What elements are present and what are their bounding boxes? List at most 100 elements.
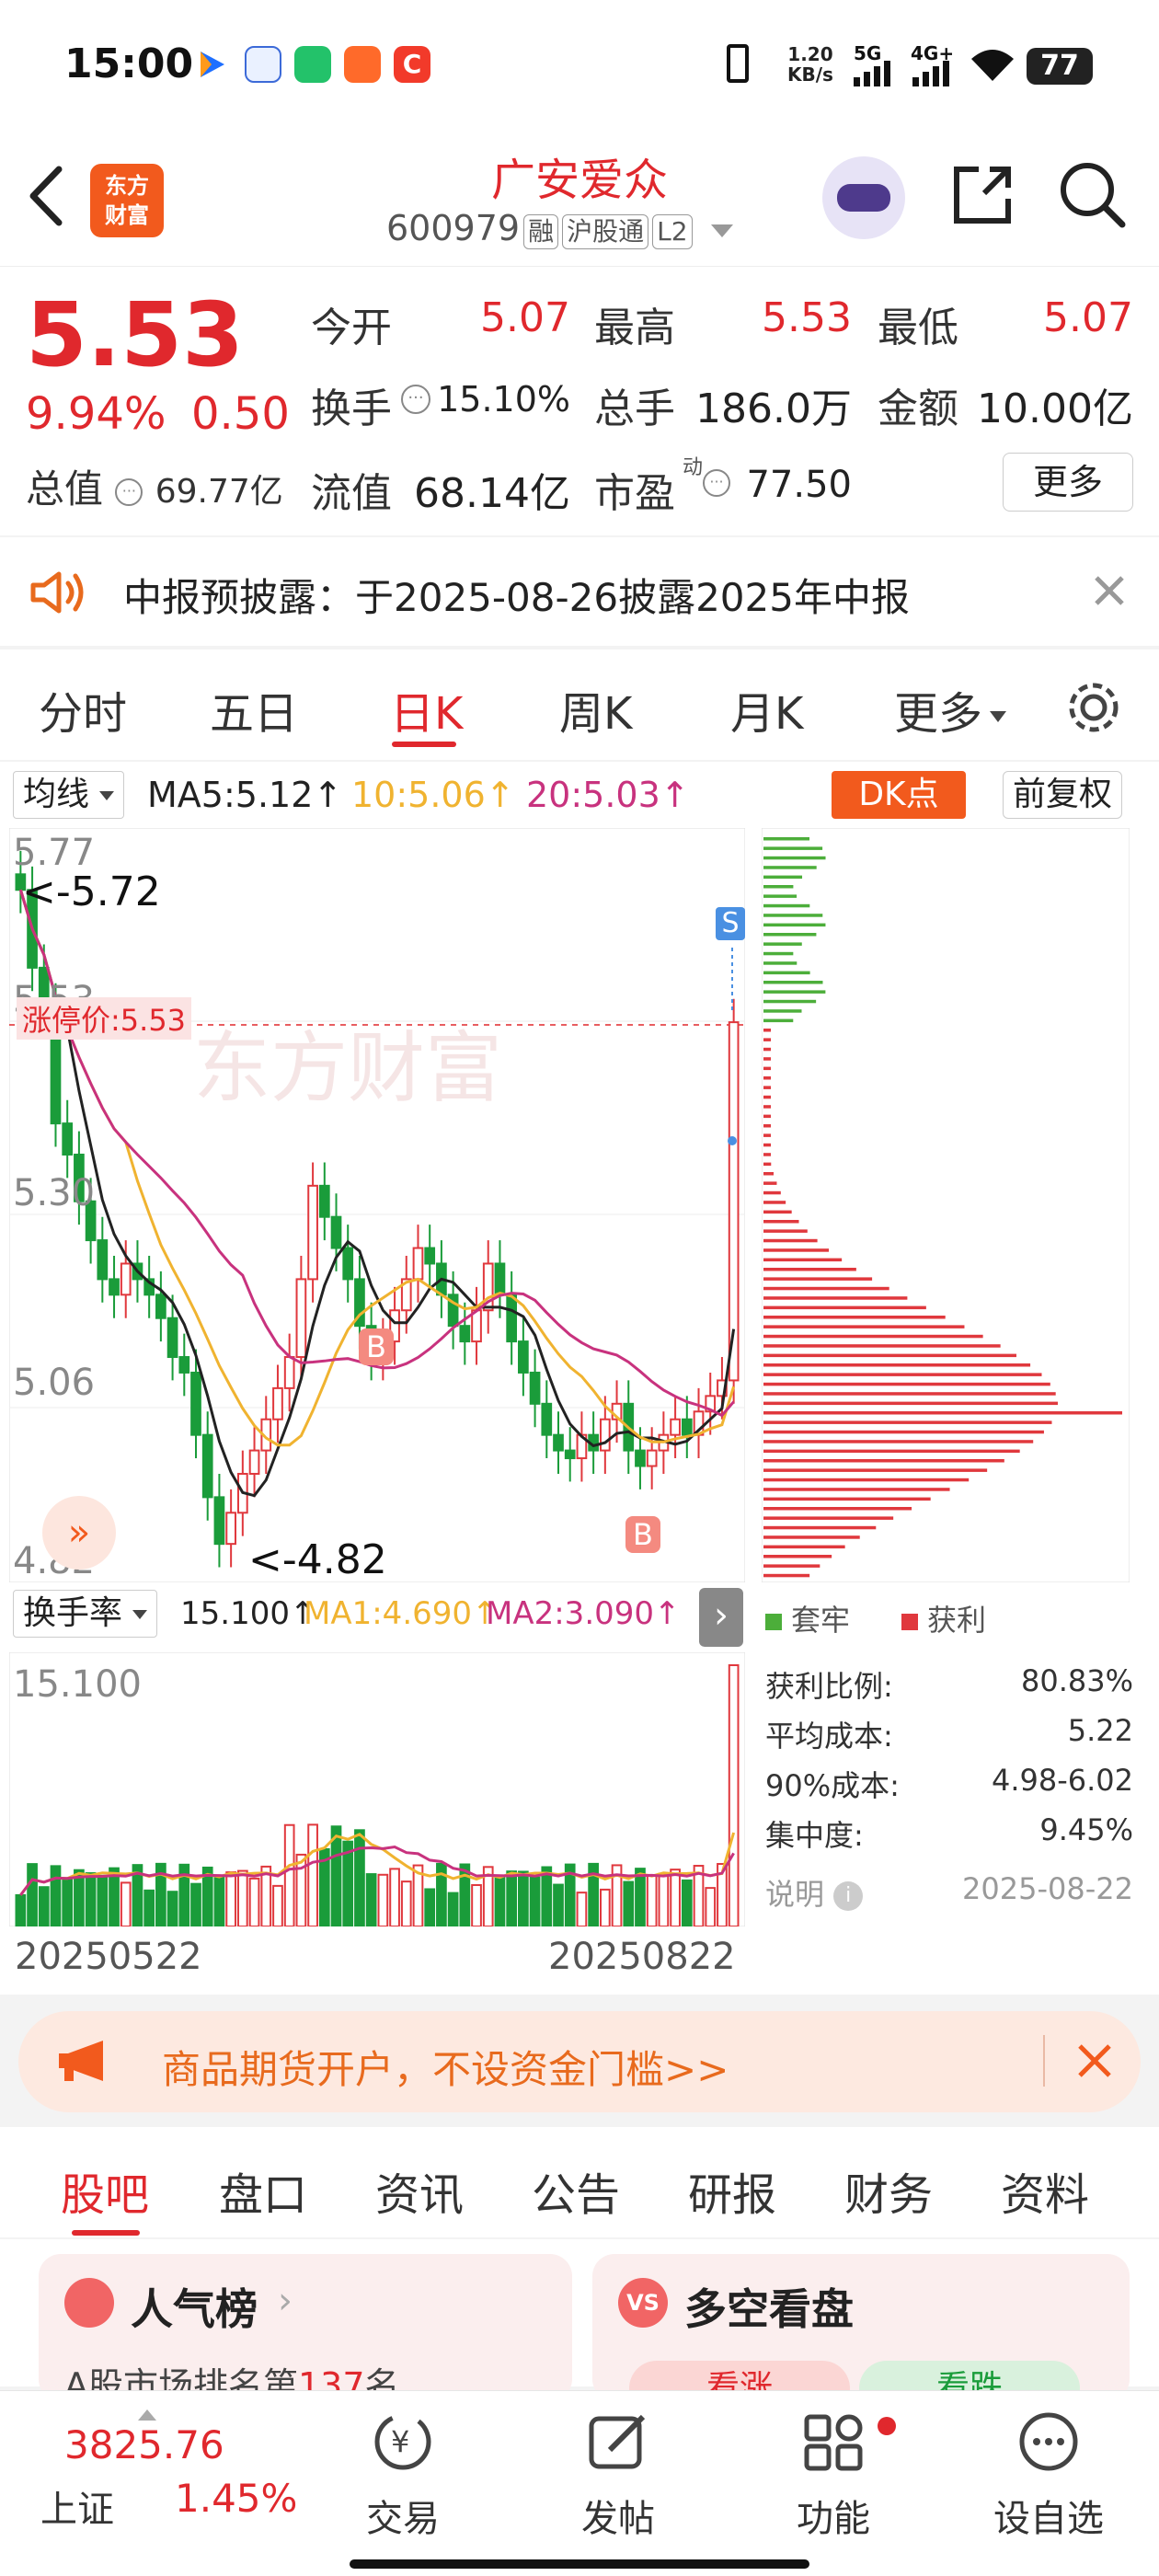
chip-bar [763, 837, 809, 841]
candle [553, 1433, 564, 1452]
info-icon[interactable]: ··· [401, 385, 430, 414]
volume-bar [518, 1870, 529, 1926]
watermark: 东方财富 [193, 1023, 502, 1113]
net-speed-unit: KB/s [787, 63, 833, 86]
ma-selector[interactable]: 均线 [13, 771, 125, 819]
app-icon-5: C [394, 46, 430, 83]
expand-arrow-icon[interactable]: » [42, 1496, 116, 1570]
share-icon[interactable] [947, 160, 1017, 230]
search-icon[interactable] [1058, 160, 1128, 230]
popularity-card[interactable]: 人气榜 › A股市场排名第137名 [39, 2254, 572, 2406]
bull-bear-title: 多空看盘 [684, 2284, 854, 2334]
notice-bar[interactable]: 中报预披露：于2025-08-26披露2025年中报 [0, 537, 1159, 646]
chip-bar [763, 1316, 946, 1319]
buy-marker-1[interactable]: B [359, 1328, 394, 1365]
tab-news[interactable]: 资讯 [375, 2158, 464, 2223]
chip-bar [763, 1277, 873, 1281]
chip-note-row[interactable]: 说明 i 2025-08-22 [765, 1871, 1133, 1914]
chip-bar [763, 1009, 802, 1013]
tab-daily-k[interactable]: 日K [390, 677, 463, 742]
chip-stat-row: 获利比例: 80.83% [765, 1663, 1133, 1706]
volume-bar [377, 1873, 389, 1926]
volume-bar [623, 1880, 635, 1926]
nav-add-watchlist[interactable]: 设自选 [975, 2409, 1122, 2542]
signal-bars-icon [852, 59, 896, 90]
close-icon[interactable] [1091, 572, 1128, 613]
chip-bar [763, 990, 826, 994]
chip-bar [763, 1238, 818, 1243]
volume-bar [400, 1880, 412, 1926]
tab-finance[interactable]: 财务 [844, 2158, 933, 2223]
dk-point-button[interactable]: DK点 [832, 771, 966, 819]
chip-bar [763, 1545, 845, 1549]
chip-bar [763, 1334, 983, 1339]
tab-research[interactable]: 研报 [688, 2158, 776, 2223]
info-icon-2[interactable]: ··· [115, 477, 143, 506]
chip-bar [763, 1535, 860, 1539]
chip-stat-label: 90%成本: [765, 1768, 900, 1803]
volume-bar [646, 1874, 658, 1926]
chevron-right-icon[interactable]: › [699, 1588, 743, 1647]
chip-note-label: 说明 [765, 1877, 825, 1912]
buy-marker-2[interactable]: B [625, 1516, 660, 1553]
chip-bar [763, 1105, 771, 1109]
bull-bear-card[interactable]: VS 多空看盘 看涨 看跌 [592, 2254, 1130, 2416]
ma-selector-label: 均线 [23, 776, 90, 813]
tab-pankou[interactable]: 盘口 [219, 2158, 307, 2223]
tab-five-day[interactable]: 五日 [210, 677, 298, 742]
tab-more[interactable]: 更多 [894, 677, 1007, 742]
nav-trade[interactable]: ¥ 交易 [329, 2409, 476, 2542]
chip-bar [763, 1382, 1050, 1386]
chip-stat-label: 集中度: [765, 1818, 864, 1853]
kline-svg[interactable]: 东方财富 [9, 828, 745, 1582]
robot-assistant-icon[interactable] [822, 156, 905, 239]
volume-bar [681, 1879, 693, 1926]
index-value[interactable]: 3825.76 [64, 2422, 224, 2467]
chip-bar [763, 1229, 808, 1233]
tag-margin: 融 [523, 214, 559, 249]
candle [213, 1496, 225, 1546]
indicator-selector[interactable]: 换手率 [13, 1590, 158, 1638]
info-icon-3[interactable]: ··· [703, 469, 730, 497]
futures-ad-banner[interactable]: 商品期货开户，不设资金门槛>> [18, 2011, 1141, 2112]
chip-stat-value: 5.22 [1067, 1713, 1133, 1748]
nav-post[interactable]: 发帖 [545, 2409, 692, 2542]
vol-ma1-value: MA1:4.690 [304, 1595, 473, 1632]
tab-monthly-k[interactable]: 月K [730, 677, 803, 742]
tab-intraday[interactable]: 分时 [39, 677, 127, 742]
candle [670, 1418, 681, 1436]
chip-bar [763, 1564, 820, 1568]
adjust-button[interactable]: 前复权 [1003, 771, 1123, 819]
divider [1043, 2035, 1045, 2087]
pe-superscript: 动 [683, 456, 704, 479]
pe-label: 市盈 [594, 470, 675, 517]
high-marker: <-5.72 [22, 868, 161, 915]
volume-bar [283, 1823, 295, 1926]
volume-bar [424, 1888, 436, 1926]
sell-marker[interactable]: S [716, 907, 745, 940]
ma10-arrow: ↑ [485, 775, 515, 815]
chart-tabs: 分时 五日 日K 周K 月K 更多 [0, 650, 1159, 760]
volume-bar [15, 1893, 27, 1926]
tab-announcements[interactable]: 公告 [532, 2158, 620, 2223]
chip-bar [763, 1086, 771, 1089]
tab-weekly-k[interactable]: 周K [559, 677, 632, 742]
volume-bar [27, 1863, 38, 1926]
chip-bar [763, 1038, 771, 1041]
date-end: 20250822 [548, 1936, 736, 1978]
settings-gear-icon[interactable] [1065, 679, 1122, 740]
trade-icon: ¥ [374, 2413, 431, 2470]
stock-code-row[interactable]: 600979 融沪股通 L2 [386, 208, 733, 249]
wifi-icon [968, 46, 1017, 86]
status-bar: 15:00 C 1.20 KB/s 5G 4G+ 77 [0, 0, 1159, 138]
candle [330, 1215, 342, 1249]
tab-guba[interactable]: 股吧 [61, 2158, 149, 2223]
mktcap-row: 总值 ··· 69.77亿 [26, 458, 283, 514]
stock-code: 600979 [386, 208, 521, 248]
more-button[interactable]: 更多 [1003, 453, 1133, 512]
chip-bar [763, 961, 798, 965]
index-change[interactable]: 1.45% [175, 2476, 297, 2521]
close-icon[interactable] [1076, 2042, 1113, 2083]
tab-profile[interactable]: 资料 [1001, 2158, 1089, 2223]
index-name[interactable]: 上证 [40, 2479, 114, 2533]
